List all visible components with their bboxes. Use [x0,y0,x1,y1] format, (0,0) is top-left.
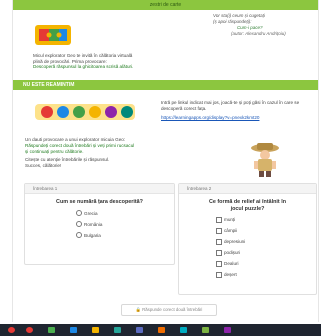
checkbox-icon[interactable] [216,238,222,245]
section-title: NU ESTE REAMINTIM [23,82,75,88]
puzzle-image [35,25,71,45]
checkbox-icon[interactable] [216,271,222,278]
page-content: zestri de carte Vor sta(i) ceum și cuget… [12,0,319,322]
quiz-question-line: Ce formă de relief ai întâlnit în [209,199,286,205]
intro-highlight: Descoperă răspunsul la ghicitoarea scris… [33,64,134,70]
app-icon[interactable] [180,327,187,333]
quiz-question-line: jocul puzzle? [230,205,265,212]
app-icon[interactable] [48,327,55,333]
app-icon[interactable] [26,327,33,333]
quiz2-option[interactable]: munți [216,214,316,225]
quiz2-option[interactable]: depresiuni [216,236,316,247]
radio-icon[interactable] [76,232,82,239]
quiz-question: Cum se numără țara descoperită? [56,199,143,205]
radio-icon[interactable] [76,210,82,217]
banner-title: zestri de carte [149,2,182,8]
puzzle-logo [35,104,135,120]
app-icon[interactable] [202,327,209,333]
checkbox-icon[interactable] [216,249,222,256]
quiz-card-2: Întrebarea 2 Ce formă de relief ai întâl… [178,183,317,295]
quiz-header: Întrebarea 1 [25,184,174,194]
quiz2-option[interactable]: Dealuri [216,258,316,269]
app-icon[interactable] [224,327,231,333]
learningapps-link[interactable]: https://learningapps.org/display?v=pnexk… [161,115,311,121]
quiz-card-1: Întrebarea 1 Cum se numără țara descoper… [24,183,175,265]
quiz1-option[interactable]: România [76,219,174,230]
app-icon[interactable] [70,327,77,333]
quiz1-option[interactable]: Bulgaria [76,230,174,241]
start-icon[interactable] [8,327,15,333]
quiz2-option[interactable]: podișuri [216,247,316,258]
quiz1-option[interactable]: Grecia [76,208,174,219]
quiz-header: Întrebarea 2 [179,184,316,194]
challenge-line: Succes, călătorie! [25,163,62,169]
section-header: NU ESTE REAMINTIM [13,80,318,90]
submit-button[interactable]: 🔒 Răspunde corect două întrebări [121,304,217,316]
remember-line: descoperă corect fața. [161,105,207,111]
remember-line: Intră pe linkul indicat mai jos, joacă-t… [161,100,300,105]
challenge-text: Un dauti provocare a unui explorator mic… [25,137,195,169]
lock-icon: 🔒 [135,307,141,312]
intro-text: Micul explorator Geo te invită în călăto… [33,53,203,70]
app-icon[interactable] [158,327,165,333]
quiz2-option[interactable]: deșert [216,269,316,280]
app-icon[interactable] [136,327,143,333]
poem-block: Vor sta(i) ceum și cugetați (ș apoi răsp… [213,13,286,37]
top-banner: zestri de carte [13,0,318,10]
poem-author: (autor: Alexandru Andrițoiu) [231,31,286,36]
explorer-image [251,143,279,177]
checkbox-icon[interactable] [216,227,222,234]
checkbox-icon[interactable] [216,260,222,267]
app-icon[interactable] [114,327,121,333]
os-taskbar [0,324,321,336]
checkbox-icon[interactable] [216,216,222,223]
remember-block: Intră pe linkul indicat mai jos, joacă-t… [161,100,311,120]
radio-icon[interactable] [76,221,82,228]
folder-icon[interactable] [92,327,99,333]
quiz2-option[interactable]: câmpii [216,225,316,236]
